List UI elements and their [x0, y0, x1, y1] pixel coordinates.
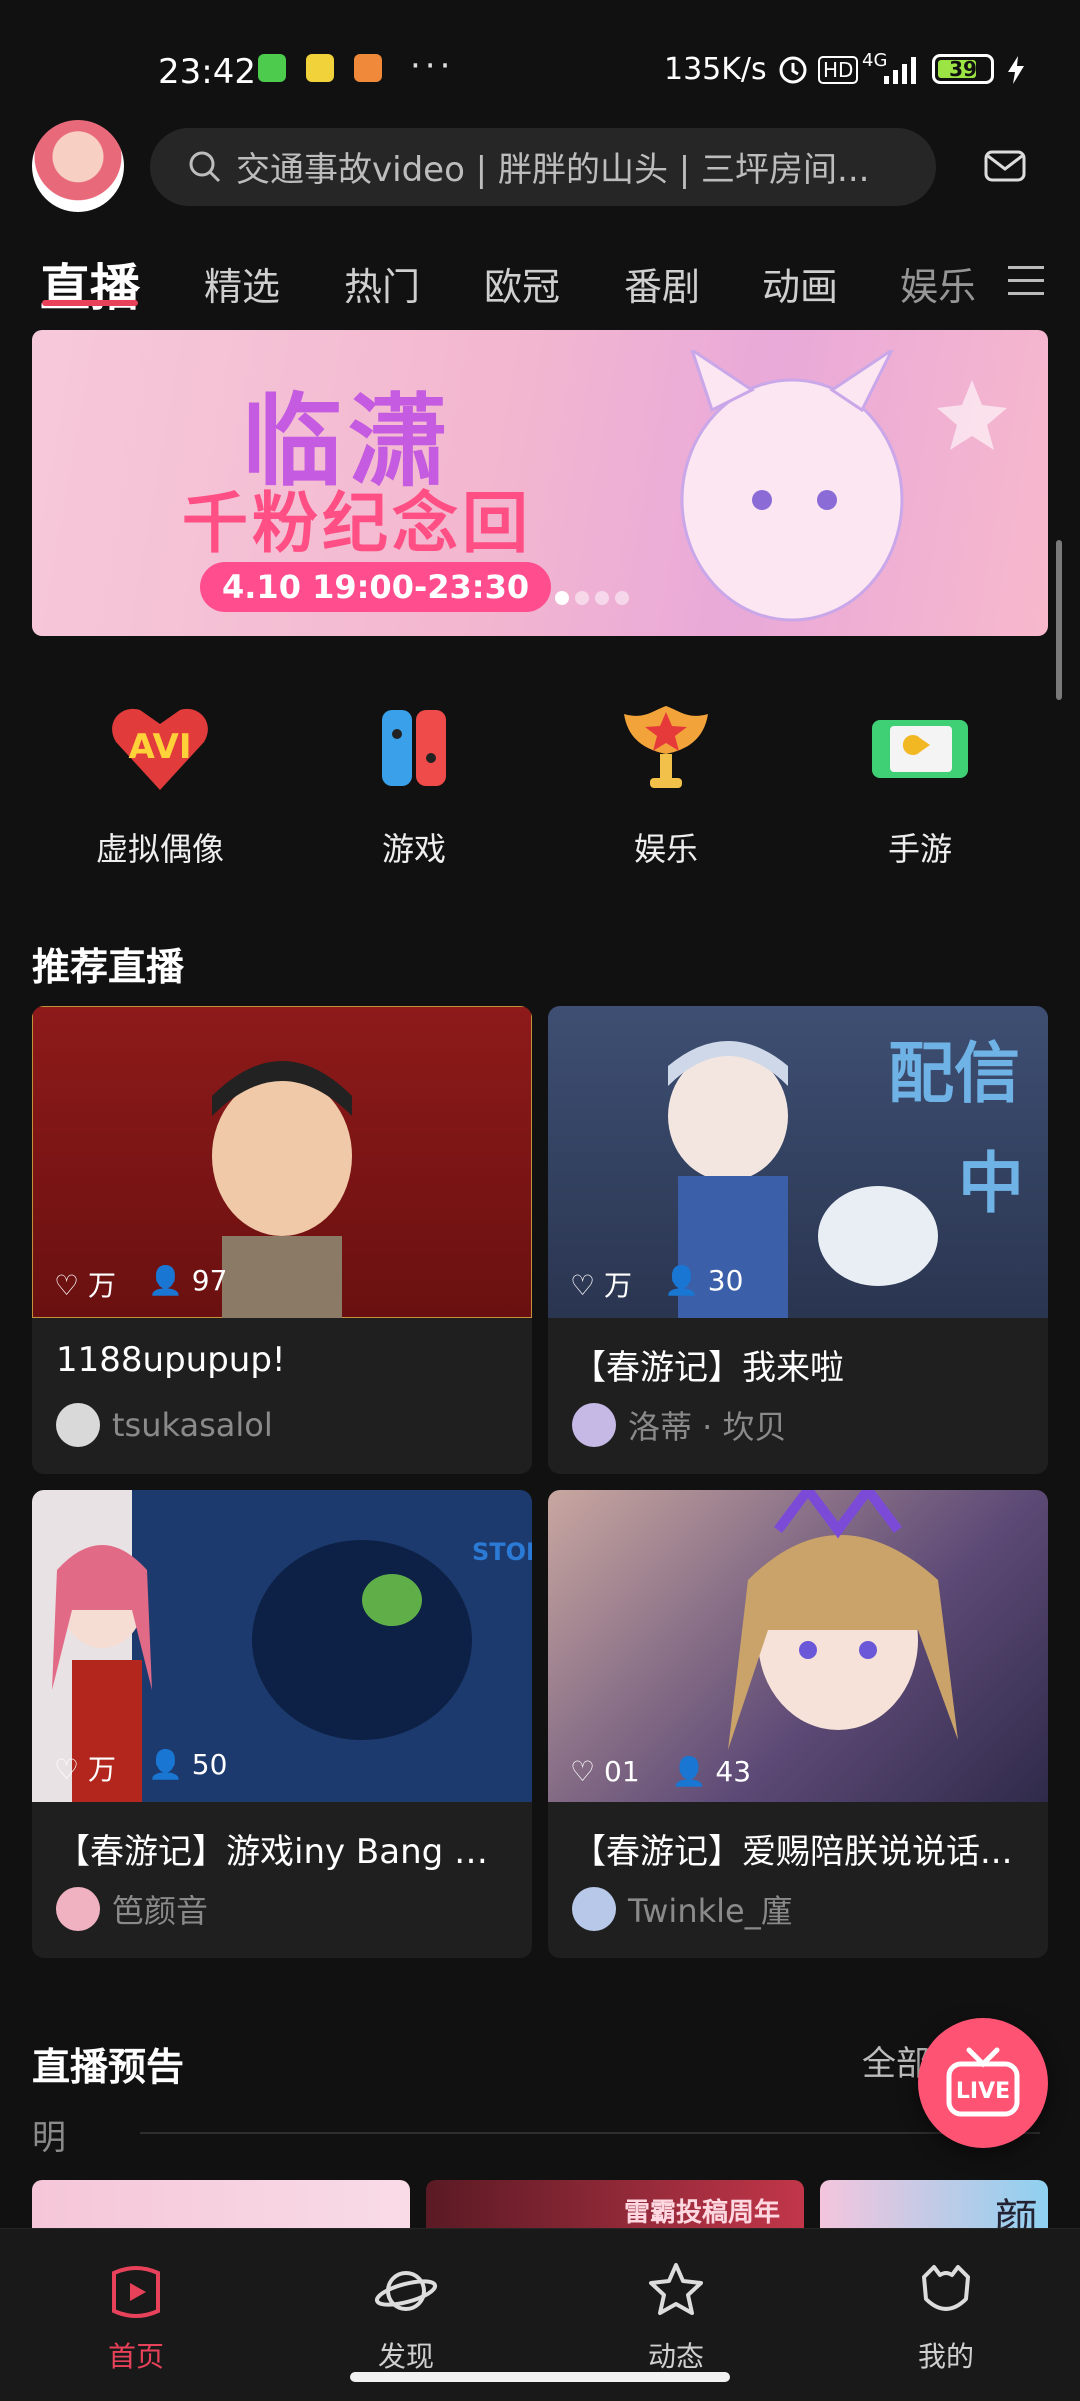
- recommend-section-title: 推荐直播: [32, 945, 185, 989]
- battery-icon: 39: [932, 54, 994, 84]
- live-card-title: 【春游记】游戏iny Bang St...: [56, 1832, 522, 1870]
- banner-character-art: [680, 350, 1007, 622]
- author-avatar: [572, 1887, 616, 1931]
- tab-live[interactable]: 直播: [40, 248, 140, 320]
- alarm-icon: [779, 56, 807, 84]
- live-home-icon: [112, 2266, 160, 2318]
- viewer-icon: 👤 30: [664, 1264, 744, 1297]
- mobile-game-icon: [872, 720, 968, 778]
- live-card-author: 洛蒂 · 坎贝: [548, 1386, 1048, 1474]
- author-avatar: [56, 1887, 100, 1931]
- network-speed: 135K/s: [664, 52, 767, 87]
- heart-icon: ♡ 01: [570, 1755, 640, 1788]
- nav-discover[interactable]: 发现: [306, 2259, 506, 2375]
- live-card[interactable]: ♡ 01 👤 43 【春游记】爱赐陪朕说说话... Twinkle_廑: [548, 1490, 1048, 1958]
- preview-section-title: 直播预告: [32, 2045, 185, 2089]
- avi-icon: AVI: [112, 708, 208, 790]
- tab-featured[interactable]: 精选: [204, 256, 280, 311]
- wechat-icon: [258, 54, 286, 82]
- category-entertainment[interactable]: 娱乐: [566, 700, 766, 870]
- banner-subtitle: 千粉纪念回: [182, 485, 532, 562]
- live-card-stats: ♡ 万 👤 97: [54, 1264, 227, 1304]
- live-card-author: tsukasalol: [32, 1386, 532, 1474]
- live-card-thumbnail: ♡ 万 👤 97: [32, 1006, 532, 1319]
- category-tabs: 直播 精选 热门 欧冠 番剧 动画 娱乐: [0, 240, 1000, 320]
- tab-hot[interactable]: 热门: [344, 256, 420, 311]
- live-card-author: 笆颜音: [32, 1870, 532, 1958]
- live-card-author: Twinkle_廑: [548, 1870, 1048, 1958]
- live-card-title: 【春游记】爱赐陪朕说说话...: [572, 1832, 1013, 1870]
- search-placeholder[interactable]: 交通事故video | 胖胖的山头 | 三坪房间...: [236, 142, 869, 191]
- gamepad-icon: [382, 710, 446, 786]
- viewer-icon: 👤 50: [148, 1748, 228, 1781]
- preview-timeline: [140, 2132, 1040, 2134]
- live-card-thumbnail: ♡ 01 👤 43: [548, 1490, 1048, 1802]
- user-avatar[interactable]: [32, 120, 124, 212]
- tab-champions-league[interactable]: 欧冠: [484, 256, 560, 311]
- live-card-title: 【春游记】我来啦: [572, 1348, 844, 1386]
- status-bar: 23:42 ··· 135K/s HD 4G 39: [0, 0, 1080, 140]
- search-icon: [189, 151, 221, 183]
- tv-icon: LIVE: [946, 2047, 1020, 2117]
- live-card-stats: ♡ 万 👤 30: [570, 1264, 743, 1304]
- hd-badge: HD: [818, 56, 859, 84]
- heart-icon: ♡ 万: [54, 1269, 117, 1302]
- category-virtual-idol[interactable]: AVI 虚拟偶像: [60, 700, 260, 870]
- live-card-title: 1188upupup!: [56, 1340, 286, 1380]
- svg-text:AVI: AVI: [129, 727, 192, 767]
- heart-icon: ♡ 万: [570, 1269, 633, 1302]
- tab-animation[interactable]: 动画: [762, 256, 838, 311]
- star-face-icon: [649, 2263, 703, 2315]
- svg-text:配信: 配信: [888, 1035, 1020, 1112]
- more-notifications-icon: ···: [410, 46, 455, 86]
- profile-icon: [922, 2265, 970, 2311]
- active-tab-indicator: [42, 300, 138, 306]
- nav-activity[interactable]: 动态: [576, 2259, 776, 2375]
- category-mobile-games[interactable]: 手游: [820, 700, 1020, 870]
- battery-level: 39: [949, 57, 977, 81]
- category-games[interactable]: 游戏: [314, 700, 514, 870]
- go-live-button[interactable]: LIVE: [918, 2018, 1048, 2148]
- live-card-thumbnail: 配信 中 ♡ 万 👤 30: [548, 1006, 1048, 1318]
- author-avatar: [56, 1403, 100, 1447]
- viewer-icon: 👤 43: [671, 1755, 752, 1788]
- nav-profile[interactable]: 我的: [846, 2259, 1046, 2375]
- live-card[interactable]: ♡ 万 👤 97 1188upupup! tsukasalol: [32, 1006, 532, 1474]
- preview-card-caption: 雷霸投稿周年: [623, 2198, 780, 2228]
- nav-home[interactable]: 首页: [36, 2259, 236, 2375]
- live-card[interactable]: 配信 中 ♡ 万 👤 30 【春游记】我来啦 洛蒂 · 坎贝: [548, 1006, 1048, 1474]
- live-card-stats: ♡ 01 👤 43: [570, 1755, 751, 1788]
- planet-icon: [374, 2271, 438, 2311]
- svg-text:中: 中: [958, 1145, 1024, 1222]
- charging-icon: [1008, 56, 1024, 84]
- live-card-thumbnail: STOR ♡ 万 👤 50: [32, 1490, 532, 1802]
- banner-pagination: [555, 591, 629, 605]
- app-notification-icon: [306, 54, 334, 82]
- banner-date: 4.10 19:00-23:30: [200, 562, 552, 612]
- live-card[interactable]: STOR ♡ 万 👤 50 【春游记】游戏iny Bang St... 笆颜音: [32, 1490, 532, 1958]
- trophy-icon: [624, 706, 708, 788]
- author-avatar: [572, 1403, 616, 1447]
- preview-day-label: 明: [32, 2118, 66, 2158]
- tab-menu-icon[interactable]: [1006, 262, 1046, 300]
- svg-text:STOR: STOR: [472, 1538, 532, 1566]
- tab-bangumi[interactable]: 番剧: [624, 256, 700, 311]
- viewer-icon: 👤 97: [148, 1264, 228, 1297]
- tab-entertainment[interactable]: 娱乐: [900, 256, 976, 311]
- home-indicator[interactable]: [350, 2372, 730, 2382]
- message-icon[interactable]: [982, 144, 1028, 190]
- heart-icon: ♡ 万: [54, 1753, 117, 1786]
- live-card-stats: ♡ 万 👤 50: [54, 1748, 227, 1788]
- status-time: 23:42: [158, 52, 256, 92]
- game-notification-icon: [354, 54, 382, 82]
- svg-text:LIVE: LIVE: [956, 2079, 1010, 2104]
- promo-banner[interactable]: 临潇 千粉纪念回 4.10 19:00-23:30: [32, 330, 1048, 636]
- signal-icon: [884, 57, 916, 84]
- scrollbar[interactable]: [1056, 540, 1062, 700]
